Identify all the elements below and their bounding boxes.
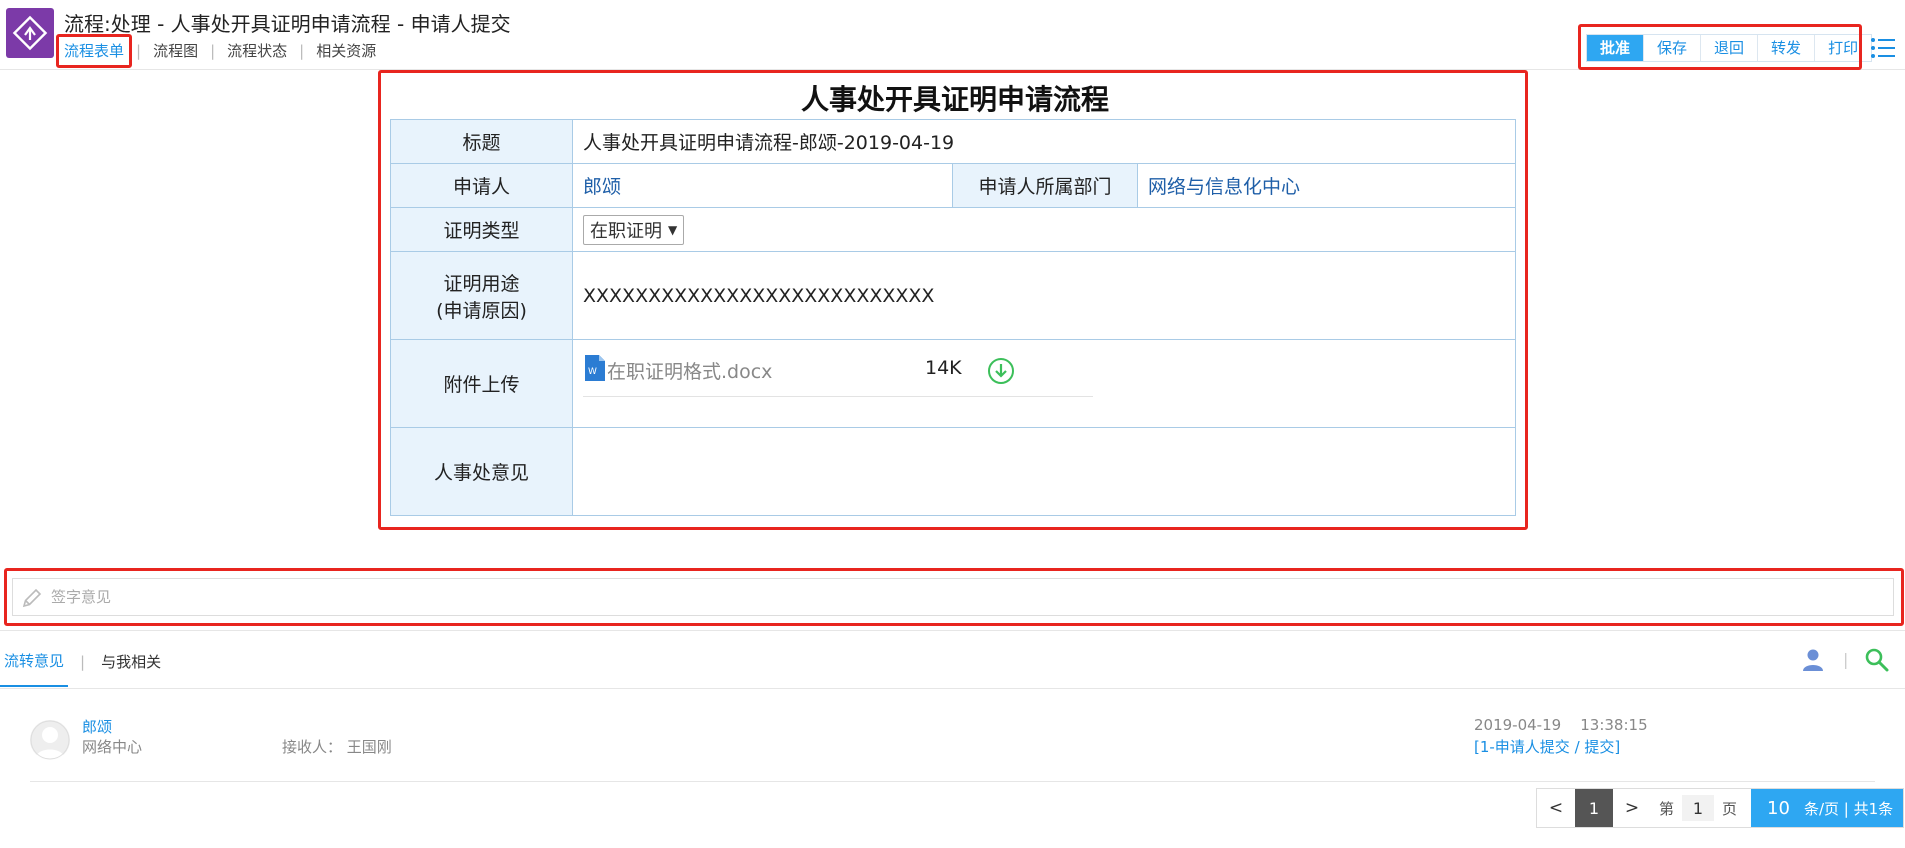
attachment-label: 附件上传: [390, 339, 573, 428]
hr-opinion-label: 人事处意见: [390, 427, 573, 516]
tab-related-resources[interactable]: 相关资源: [316, 40, 376, 61]
action-toolbar: 批准 保存 退回 转发 打印: [1586, 34, 1873, 62]
current-page[interactable]: 1: [1575, 789, 1613, 827]
download-icon[interactable]: [987, 357, 1015, 385]
applicant-value: 郎颂: [583, 176, 622, 198]
page: 流程:处理 - 人事处开具证明申请流程 - 申请人提交 流程表单 | 流程图 |…: [0, 0, 1905, 848]
nav-tabs: 流程表单 | 流程图 | 流程状态 | 相关资源: [64, 40, 376, 61]
print-button[interactable]: 打印: [1815, 35, 1872, 61]
nav-separator: |: [210, 41, 216, 60]
tab-form[interactable]: 流程表单: [64, 40, 124, 61]
nav-separator: |: [299, 41, 305, 60]
dept-label: 申请人所属部门: [952, 163, 1138, 208]
opinion-record: 郎颂 网络中心 接收人： 王国刚 2019-04-19 13:38:15 [1-…: [30, 712, 1875, 782]
purpose-label-line2: (申请原因): [436, 299, 527, 322]
cert-type-label: 证明类型: [390, 207, 573, 252]
attachment-size: 14K: [925, 356, 962, 379]
return-button[interactable]: 退回: [1701, 35, 1759, 61]
search-icon[interactable]: [1864, 647, 1890, 673]
prev-page-button[interactable]: <: [1537, 789, 1575, 827]
sign-opinion-box: [12, 578, 1894, 616]
cert-type-selected: 在职证明: [590, 220, 662, 242]
page-title: 流程:处理 - 人事处开具证明申请流程 - 申请人提交: [64, 12, 511, 36]
page-size-suffix: 条/页 | 共1条: [1803, 799, 1894, 818]
purpose-label: 证明用途 (申请原因): [390, 251, 573, 340]
svg-text:W: W: [588, 367, 597, 377]
nav-separator: |: [136, 41, 142, 60]
record-user-name[interactable]: 郎颂: [82, 716, 112, 737]
save-button[interactable]: 保存: [1644, 35, 1702, 61]
attachment-row: W 在职证明格式.docx 14K: [583, 354, 1093, 397]
tabs-underline: [0, 688, 1905, 689]
purpose-label-line1: 证明用途: [443, 272, 520, 295]
approve-button[interactable]: 批准: [1587, 35, 1645, 61]
page-suffix: 页: [1722, 799, 1738, 818]
caret-down-icon: ▼: [668, 222, 678, 237]
application-form: 标题 人事处开具证明申请流程-郎颂-2019-04-19 申请人 郎颂 申请人所…: [390, 119, 1516, 516]
purpose-value: XXXXXXXXXXXXXXXXXXXXXXXXXXX: [572, 251, 1516, 340]
form-title: 人事处开具证明申请流程: [800, 83, 1109, 116]
app-logo-icon: [6, 8, 54, 58]
pencil-icon: [22, 588, 42, 608]
record-step: [1-申请人提交 / 提交]: [1474, 738, 1621, 756]
divider: [0, 630, 1905, 631]
tab-flow-status[interactable]: 流程状态: [227, 40, 287, 61]
forward-button[interactable]: 转发: [1758, 35, 1816, 61]
tab-related-to-me[interactable]: 与我相关: [97, 651, 165, 686]
icon-separator: |: [1843, 650, 1849, 669]
applicant-label: 申请人: [390, 163, 573, 208]
list-menu-icon[interactable]: [1870, 36, 1896, 60]
page-number-input[interactable]: 1: [1682, 795, 1715, 821]
record-user-dept: 网络中心: [82, 738, 143, 756]
next-page-button[interactable]: >: [1613, 789, 1651, 827]
attachment-filename[interactable]: 在职证明格式.docx: [607, 357, 772, 384]
sign-opinion-input[interactable]: [51, 583, 1871, 611]
page-size-value: 10: [1767, 797, 1790, 819]
attachment-area: W 在职证明格式.docx 14K: [583, 349, 1505, 419]
header: 流程:处理 - 人事处开具证明申请流程 - 申请人提交 流程表单 | 流程图 |…: [0, 0, 1905, 70]
page-size-selector[interactable]: 10 条/页 | 共1条: [1751, 789, 1904, 827]
applicant-cell: 郎颂: [572, 163, 953, 208]
title-label: 标题: [390, 119, 573, 164]
record-timestamp: 2019-04-19 13:38:15: [1474, 716, 1648, 734]
cert-type-cell: 在职证明 ▼: [572, 207, 1516, 252]
word-document-icon: W: [585, 354, 605, 381]
record-receiver: 接收人： 王国刚: [282, 738, 392, 756]
tab-circulation-opinions[interactable]: 流转意见: [0, 650, 69, 687]
tab-separator: |: [80, 652, 86, 671]
hr-opinion-field[interactable]: [572, 427, 1516, 516]
dept-cell: 网络与信息化中心: [1137, 163, 1516, 208]
tab-flowchart[interactable]: 流程图: [153, 40, 198, 61]
avatar: [30, 720, 70, 760]
page-prefix: 第: [1659, 799, 1675, 818]
user-filter-icon[interactable]: [1802, 648, 1824, 672]
pagination: < 1 > 第 1 页 10 条/页 | 共1条: [1536, 788, 1905, 828]
record-tabs: 流转意见 | 与我相关: [0, 650, 165, 687]
cert-type-select[interactable]: 在职证明 ▼: [583, 214, 685, 245]
attachment-cell: W 在职证明格式.docx 14K: [572, 339, 1516, 428]
dept-value: 网络与信息化中心: [1148, 176, 1301, 198]
title-value: 人事处开具证明申请流程-郎颂-2019-04-19: [572, 119, 1516, 164]
